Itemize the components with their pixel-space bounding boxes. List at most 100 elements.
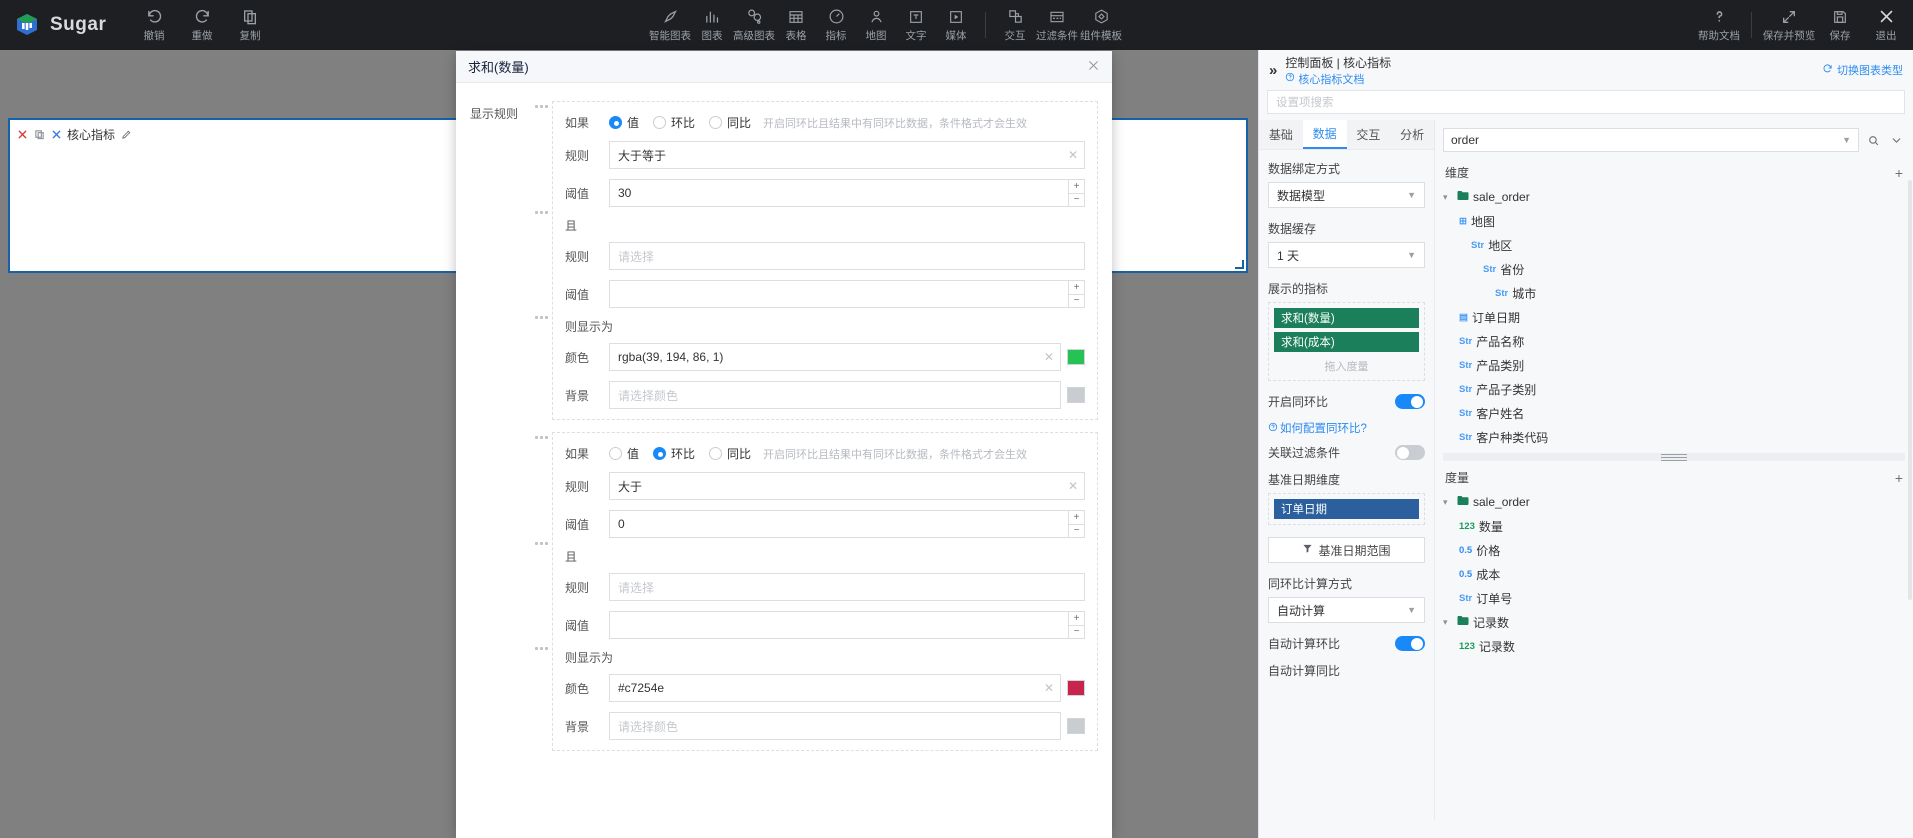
rule1-radio-tb[interactable]: 同比 [709,114,751,131]
rule1-threshold-stepper[interactable]: + − [1069,179,1085,207]
yoy-help-link[interactable]: 如何配置同环比? [1268,420,1425,436]
stepper-down-icon[interactable]: − [1069,626,1084,639]
rule-drag-handle[interactable] [530,101,552,420]
component-template-button[interactable]: 组件模板 [1079,0,1123,50]
resize-handle[interactable] [1235,260,1244,269]
metrics-dropzone[interactable]: 求和(数量) 求和(成本) 拖入度量 [1268,302,1425,381]
rule1-radio-value[interactable]: 值 [609,114,639,131]
rule2-rule-input[interactable]: 大于 ✕ [609,472,1085,500]
table-button[interactable]: 表格 [776,0,816,50]
tree-item-order-date[interactable]: ▤ 订单日期 [1443,305,1905,329]
plus-icon[interactable]: + [1895,470,1903,486]
chevron-down-icon[interactable] [1887,131,1905,149]
tab-data[interactable]: 数据 [1303,120,1347,149]
metric-pill-2[interactable]: 求和(成本) [1274,332,1419,352]
rule1-bg-input[interactable]: 请选择颜色 [609,381,1061,409]
tree-root-records[interactable]: ▾ 记录数 [1443,610,1905,634]
rule2-and-rule-input[interactable]: 请选择 [609,573,1085,601]
yoy-toggle[interactable] [1395,394,1425,409]
map-button[interactable]: 地图 [856,0,896,50]
copy-button[interactable]: 复制 [226,0,274,50]
tree-item-order-no[interactable]: Str 订单号 [1443,586,1905,610]
save-preview-button[interactable]: 保存并预览 [1761,0,1817,50]
tree-item-product-category[interactable]: Str 产品类别 [1443,353,1905,377]
tree-item-province[interactable]: Str 省份 [1443,257,1905,281]
cache-select[interactable]: 1 天 ▼ [1268,242,1425,268]
advanced-chart-button[interactable]: 高级图表 [732,0,776,50]
stepper-up-icon[interactable]: + [1069,511,1084,525]
copy-icon[interactable] [33,129,45,141]
text-button[interactable]: 文字 [896,0,936,50]
auto-hb-toggle[interactable] [1395,636,1425,651]
filter-toggle[interactable] [1395,445,1425,460]
rule-drag-handle[interactable] [530,432,552,751]
rule1-and-rule-input[interactable]: 请选择 [609,242,1085,270]
delete-x-icon[interactable] [16,129,28,141]
panel-doc-link[interactable]: 核心指标文档 [1285,71,1391,87]
interaction-button[interactable]: 交互 [995,0,1035,50]
calc-select[interactable]: 自动计算 ▼ [1268,597,1425,623]
undo-button[interactable]: 撤销 [130,0,178,50]
rule2-color-swatch[interactable] [1067,680,1085,696]
close-x-icon[interactable] [1087,59,1100,74]
settings-search-input[interactable]: 设置项搜索 [1267,90,1905,114]
switch-chart-type-button[interactable]: 切换图表类型 [1822,62,1903,78]
tree-item-customer-name[interactable]: Str 客户姓名 [1443,401,1905,425]
clear-x-icon[interactable]: ✕ [1038,350,1054,364]
stepper-up-icon[interactable]: + [1069,281,1084,295]
clear-x-icon[interactable]: ✕ [1062,148,1078,162]
filter-button[interactable]: 过滤条件 [1035,0,1079,50]
metric-pill-1[interactable]: 求和(数量) [1274,308,1419,328]
tree-item-city[interactable]: Str 城市 [1443,281,1905,305]
rule2-bg-swatch[interactable] [1067,718,1085,734]
exit-button[interactable]: 退出 [1863,0,1909,50]
tree-item-product-name[interactable]: Str 产品名称 [1443,329,1905,353]
rule2-and-threshold-stepper[interactable]: + − [1069,611,1085,639]
save-button[interactable]: 保存 [1817,0,1863,50]
smart-chart-button[interactable]: 智能图表 [648,0,692,50]
chevron-double-right-icon[interactable]: » [1269,62,1277,79]
rule1-bg-swatch[interactable] [1067,387,1085,403]
redo-button[interactable]: 重做 [178,0,226,50]
rule1-rule-input[interactable]: 大于等于 ✕ [609,141,1085,169]
tree-item-price[interactable]: 0.5 价格 [1443,538,1905,562]
base-date-pill[interactable]: 订单日期 [1274,499,1419,519]
base-date-dropzone[interactable]: 订单日期 [1268,493,1425,525]
metric-button[interactable]: 指标 [816,0,856,50]
clear-x-icon[interactable]: ✕ [1038,681,1054,695]
rule1-threshold-input[interactable]: 30 [609,179,1069,207]
tree-root-dimension[interactable]: ▾ sale_order [1443,185,1905,209]
stepper-down-icon[interactable]: − [1069,194,1084,207]
dataset-select[interactable]: order ▼ [1443,128,1859,152]
stepper-up-icon[interactable]: + [1069,612,1084,626]
rule1-radio-hb[interactable]: 环比 [653,114,695,131]
rule1-and-threshold-input[interactable] [609,280,1069,308]
rule2-threshold-stepper[interactable]: + − [1069,510,1085,538]
plus-icon[interactable]: + [1895,165,1903,181]
rule1-color-swatch[interactable] [1067,349,1085,365]
help-doc-button[interactable]: 帮助文档 [1696,0,1742,50]
tree-splitter[interactable] [1443,453,1905,461]
tab-interaction[interactable]: 交互 [1347,120,1391,149]
media-button[interactable]: 媒体 [936,0,976,50]
rule2-threshold-input[interactable]: 0 [609,510,1069,538]
edit-pencil-icon[interactable] [120,129,132,141]
clear-x-icon[interactable]: ✕ [1062,479,1078,493]
tree-item-cost[interactable]: 0.5 成本 [1443,562,1905,586]
rule2-and-threshold-input[interactable] [609,611,1069,639]
tab-analysis[interactable]: 分析 [1390,120,1434,149]
stepper-down-icon[interactable]: − [1069,295,1084,308]
tree-root-measure[interactable]: ▾ sale_order [1443,490,1905,514]
rule2-radio-tb[interactable]: 同比 [709,445,751,462]
tree-item-record-count[interactable]: 123 记录数 [1443,634,1905,658]
rule2-radio-value[interactable]: 值 [609,445,639,462]
tree-item-region[interactable]: Str 地区 [1443,233,1905,257]
tree-scrollbar[interactable] [1908,180,1912,600]
rule2-bg-input[interactable]: 请选择颜色 [609,712,1061,740]
rule2-color-input[interactable]: #c7254e ✕ [609,674,1061,702]
rule1-and-threshold-stepper[interactable]: + − [1069,280,1085,308]
tree-item-customer-code[interactable]: Str 客户种类代码 [1443,425,1905,449]
rule1-color-input[interactable]: rgba(39, 194, 86, 1) ✕ [609,343,1061,371]
search-icon[interactable] [1864,131,1882,149]
rule2-radio-hb[interactable]: 环比 [653,445,695,462]
